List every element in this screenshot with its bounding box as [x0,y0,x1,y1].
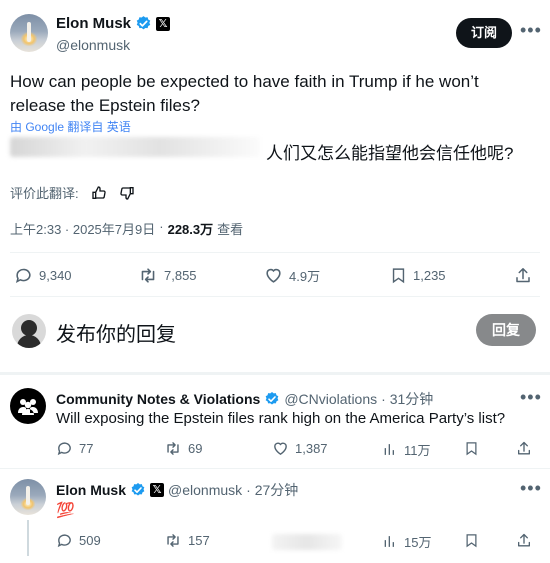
repost-action[interactable]: 69 [164,440,202,457]
reply-action[interactable]: 77 [56,440,93,457]
translate-attribution-text: 由 Google 翻译自 英语 [10,120,131,134]
reply-author-handle[interactable]: @elonmusk [168,482,242,498]
reply-icon [56,440,73,457]
repost-icon [164,532,182,549]
author-name[interactable]: Elon Musk [56,15,131,32]
translate-attribution[interactable]: 由 Google 翻译自 英语 [10,118,131,135]
post-text: How can people be expected to have faith… [10,72,479,115]
reply-text-emoji: 💯 [56,502,75,519]
reply-action[interactable]: 509 [56,532,101,549]
translated-text: 人们又怎么能指望他会信任他呢? [266,144,514,163]
reply-author-avatar[interactable] [10,388,46,424]
subscribe-button[interactable]: 订阅 [456,18,512,48]
views-action[interactable]: 11万 [382,440,431,459]
share-icon[interactable] [516,532,532,549]
repost-icon [138,266,158,285]
heart-icon [272,440,289,457]
repost-action[interactable]: 7,855 [138,266,197,285]
verified-badge-icon [135,15,152,32]
reply-icon [14,266,33,285]
repost-count: 7,855 [164,268,197,283]
heart-icon [264,266,283,285]
composer-avatar [12,314,46,348]
rate-translation-label: 评价此翻译: [10,186,79,201]
repost-count: 69 [188,441,203,456]
reply-button[interactable]: 回复 [476,314,536,346]
views-count: 11万 [404,443,431,458]
divider [0,468,550,469]
more-options-icon[interactable]: ••• [520,20,542,41]
share-icon[interactable] [514,266,532,285]
reply-author-name[interactable]: Community Notes & Violations [56,391,260,407]
reply-input[interactable]: 发布你的回复 [56,318,436,347]
x-affiliate-icon: 𝕏 [150,483,165,497]
analytics-icon [382,533,398,550]
reply-time[interactable]: · 31分钟 [381,389,433,409]
bookmark-icon [390,266,407,285]
share-icon[interactable] [516,440,532,457]
repost-icon [164,440,182,457]
thumbs-up-icon[interactable] [91,185,107,201]
views-label: 查看 [217,222,244,237]
bookmark-count: 1,235 [413,268,446,283]
verified-badge-icon [130,482,146,498]
like-action[interactable]: 1,387 [272,440,328,457]
more-options-icon[interactable]: ••• [520,387,542,408]
reply-count: 9,340 [39,268,72,283]
more-options-icon[interactable]: ••• [520,478,542,499]
bookmark-action[interactable]: 1,235 [390,266,446,285]
post-timestamp[interactable]: 上午2:33 · 2025年7月9日 [10,219,155,238]
reply-time[interactable]: · 27分钟 [246,480,298,500]
divider [10,296,540,297]
like-count: 1,387 [295,441,328,456]
bookmark-icon[interactable] [464,440,479,457]
reply-author-handle[interactable]: @CNviolations [284,391,377,407]
thumbs-down-icon[interactable] [119,185,135,201]
reply-action[interactable]: 9,340 [14,266,72,285]
views-count: 228.3万 [167,222,214,237]
reply-text: Will exposing the Epstein files rank hig… [56,410,506,427]
author-handle[interactable]: @elonmusk [56,37,130,53]
translation-blurred-area [10,137,260,157]
bookmark-icon[interactable] [464,532,479,549]
reply-author-name[interactable]: Elon Musk [56,482,126,498]
x-affiliate-icon: 𝕏 [156,16,171,31]
author-avatar[interactable] [10,14,48,52]
views-action[interactable]: 15万 [382,532,431,551]
divider [10,252,540,253]
verified-badge-icon [264,391,280,407]
views-count: 15万 [404,535,432,550]
reply-author-avatar[interactable] [10,479,46,515]
like-count: 4.9万 [289,269,321,284]
repost-action[interactable]: 157 [164,532,210,549]
reply-icon [56,532,73,549]
analytics-icon [382,441,398,458]
section-divider [0,372,550,375]
repost-count: 157 [188,533,210,548]
reply-count: 509 [79,533,101,548]
reply-count: 77 [79,441,94,456]
like-action[interactable]: 4.9万 [264,266,320,285]
like-count-blurred [272,534,342,550]
thread-line [27,520,29,556]
